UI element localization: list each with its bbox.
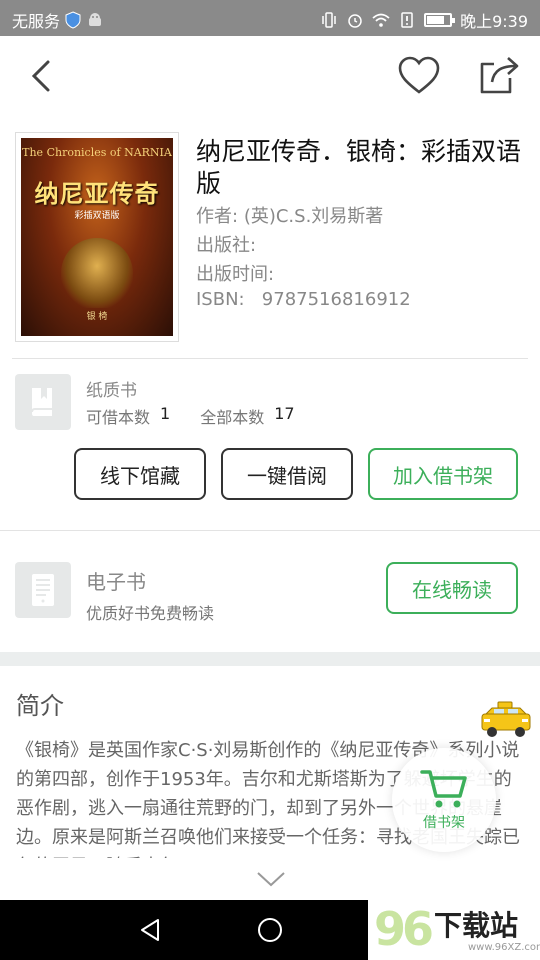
book-title: 纳尼亚传奇．银椅：彩插双语版 bbox=[196, 137, 522, 198]
watermark-url: www.96XZ.com bbox=[468, 942, 540, 953]
taxi-icon[interactable] bbox=[478, 700, 534, 742]
offline-collection-button[interactable]: 线下馆藏 bbox=[74, 448, 206, 500]
clock-text: 晚上9:39 bbox=[460, 12, 528, 31]
chevron-down-icon[interactable] bbox=[256, 870, 286, 888]
heart-icon[interactable] bbox=[396, 54, 442, 98]
one-click-borrow-button[interactable]: 一键借阅 bbox=[221, 448, 353, 500]
cover-title-text: 纳尼亚传奇 bbox=[34, 180, 160, 208]
watermark-digits: 96 bbox=[374, 902, 434, 956]
count-row: 可借本数 1 全部本数 17 bbox=[86, 404, 295, 428]
cover-bottom-text: 银 椅 bbox=[86, 312, 108, 322]
read-online-button[interactable]: 在线畅读 bbox=[386, 562, 518, 614]
book-icon bbox=[31, 388, 52, 416]
divider bbox=[0, 530, 540, 531]
nav-home-icon[interactable] bbox=[256, 916, 284, 944]
pubdate-label: 出版时间: bbox=[196, 264, 275, 285]
share-icon[interactable] bbox=[476, 54, 522, 98]
paper-book-icon-box bbox=[15, 374, 71, 430]
publisher-row: 出版社: bbox=[196, 231, 256, 257]
alarm-icon bbox=[348, 14, 362, 28]
cart-icon bbox=[420, 770, 467, 808]
sim-alert-icon bbox=[401, 12, 413, 28]
total-label: 全部本数 bbox=[200, 408, 265, 427]
available-count: 1 bbox=[160, 404, 171, 423]
divider bbox=[12, 358, 528, 359]
back-arrow-icon[interactable] bbox=[22, 54, 62, 98]
book-cover: The Chronicles of NARNIA 纳尼亚传奇 彩插双语版 银 椅 bbox=[15, 132, 179, 342]
wifi-icon bbox=[372, 13, 390, 27]
android-icon bbox=[89, 13, 102, 26]
intro-heading: 简介 bbox=[16, 692, 64, 720]
watermark-brand: 下载站 bbox=[434, 909, 519, 942]
carrier-text: 无服务 bbox=[12, 12, 61, 31]
borrow-shelf-button[interactable]: 借书架 bbox=[392, 748, 496, 852]
isbn-label: ISBN: bbox=[196, 289, 245, 310]
add-to-shelf-button[interactable]: 加入借书架 bbox=[368, 448, 518, 500]
cover-figure bbox=[61, 238, 133, 308]
top-nav bbox=[0, 36, 540, 118]
watermark-logo: 96 下载站 www.96XZ.com bbox=[368, 900, 540, 960]
publisher-label: 出版社: bbox=[196, 235, 257, 256]
isbn-value: 9787516816912 bbox=[261, 289, 411, 310]
shield-icon bbox=[65, 11, 81, 29]
paper-book-label: 纸质书 bbox=[86, 381, 137, 401]
cover-series-text: The Chronicles of NARNIA bbox=[22, 146, 172, 159]
book-cover-image: The Chronicles of NARNIA 纳尼亚传奇 彩插双语版 银 椅 bbox=[21, 138, 173, 336]
shelf-label: 借书架 bbox=[423, 815, 465, 831]
battery-icon bbox=[424, 13, 456, 27]
pubdate-row: 出版时间: bbox=[196, 260, 274, 286]
isbn-row: ISBN: 9787516816912 bbox=[196, 289, 411, 310]
vibrate-icon bbox=[322, 12, 336, 28]
author-label: 作者: bbox=[196, 206, 239, 227]
ebook-subtitle: 优质好书免费畅读 bbox=[86, 604, 215, 623]
section-divider bbox=[0, 652, 540, 666]
ebook-icon-box bbox=[15, 562, 71, 618]
nav-back-icon[interactable] bbox=[136, 916, 164, 944]
ebook-label: 电子书 bbox=[86, 570, 146, 594]
cover-subtitle-text: 彩插双语版 bbox=[74, 211, 120, 221]
total-count: 17 bbox=[274, 404, 295, 423]
author-row: 作者: (英)C.S.刘易斯著 bbox=[196, 202, 383, 228]
status-bar: 无服务 晚上9:39 bbox=[0, 0, 540, 36]
ebook-device-icon bbox=[32, 574, 54, 606]
author-value: (英)C.S.刘易斯著 bbox=[243, 206, 384, 227]
available-label: 可借本数 bbox=[86, 408, 151, 427]
